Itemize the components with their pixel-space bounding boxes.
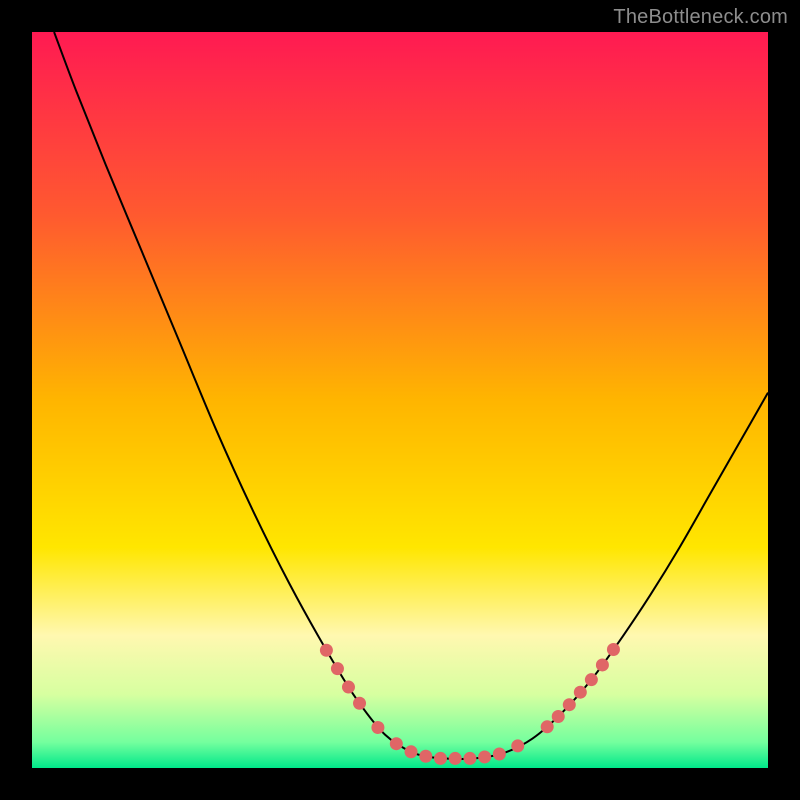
highlight-dot: [390, 737, 403, 750]
highlight-dot: [463, 752, 476, 765]
highlight-dot: [596, 658, 609, 671]
highlight-dot: [419, 750, 432, 763]
highlight-dot: [607, 643, 620, 656]
highlight-dot: [449, 752, 462, 765]
highlight-dot: [371, 721, 384, 734]
highlight-dot: [405, 745, 418, 758]
highlight-dot: [353, 697, 366, 710]
highlight-dot: [541, 720, 554, 733]
watermark-text: TheBottleneck.com: [613, 6, 788, 29]
highlight-dot: [320, 644, 333, 657]
highlight-dot: [434, 752, 447, 765]
highlight-dot: [493, 748, 506, 761]
highlight-dot: [478, 750, 491, 763]
highlight-dot: [342, 681, 355, 694]
highlight-dot: [585, 673, 598, 686]
highlight-dot: [552, 710, 565, 723]
highlight-dot: [331, 662, 344, 675]
highlight-dot: [574, 686, 587, 699]
highlight-dot: [511, 739, 524, 752]
bottleneck-chart: [32, 32, 768, 768]
chart-frame: [32, 32, 768, 768]
highlight-dot: [563, 698, 576, 711]
gradient-background: [32, 32, 768, 768]
